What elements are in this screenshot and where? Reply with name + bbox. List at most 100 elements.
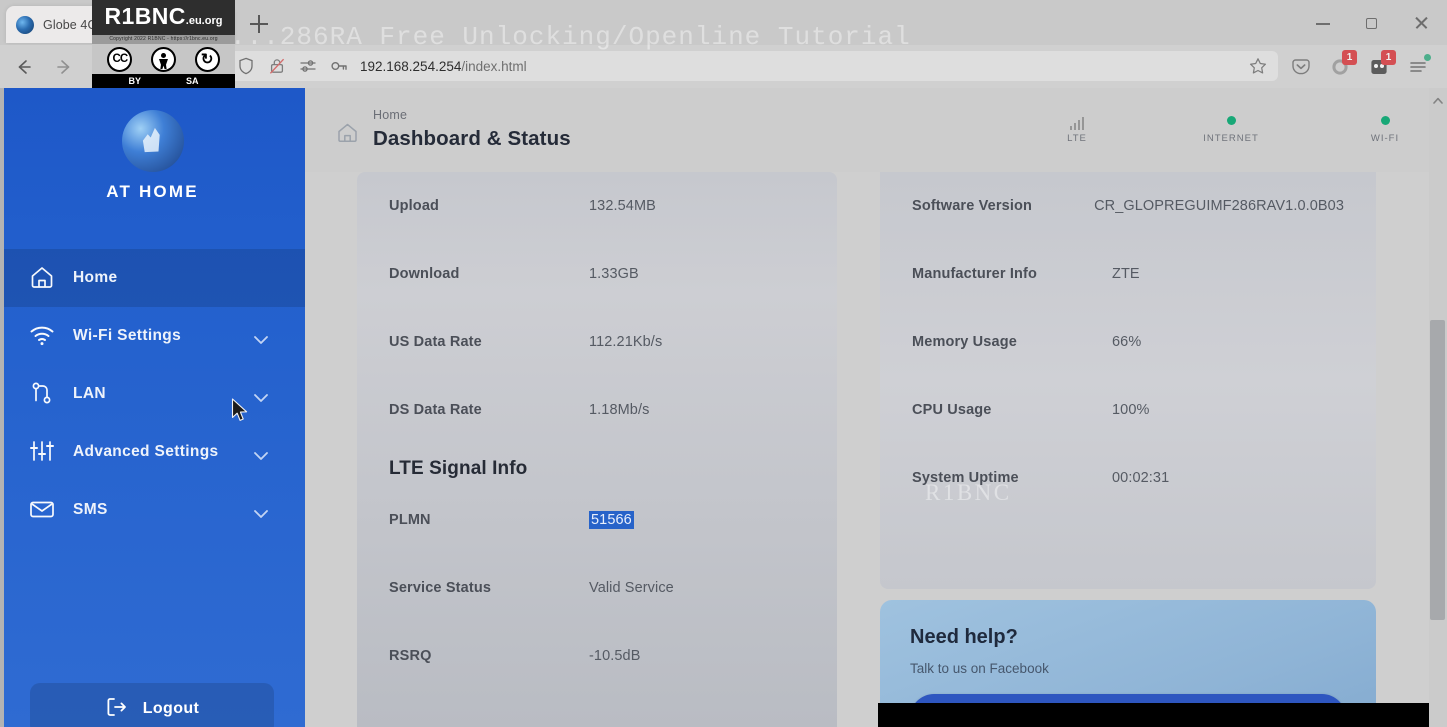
logout-label: Logout: [142, 700, 200, 717]
status-label: WI-FI: [1370, 133, 1400, 144]
row-value: CR_GLOPREGUIMF286RAV1.0.0B03: [1094, 198, 1344, 214]
brand-name: AT HOME: [106, 182, 199, 201]
status-label: LTE: [1067, 133, 1087, 144]
sidebar-item-lan[interactable]: LAN: [0, 365, 305, 423]
row-label: CPU Usage: [912, 402, 992, 418]
extension-shield-icon[interactable]: 1: [1329, 50, 1357, 78]
back-arrow-icon[interactable]: [13, 56, 35, 78]
maximize-button[interactable]: [1357, 10, 1387, 36]
bookmark-star-icon[interactable]: [1248, 56, 1268, 76]
update-dot-icon: [1424, 54, 1431, 61]
table-row: PLMN 51566: [357, 486, 837, 554]
sidebar-item-label: Advanced Settings: [73, 443, 219, 460]
lock-broken-icon[interactable]: [267, 56, 287, 76]
share-alike-icon: ↻: [194, 46, 220, 72]
sidebar: AT HOME Home Wi-Fi Settings LAN Advanced…: [0, 88, 305, 727]
lan-icon: [28, 380, 58, 408]
hamburger-menu-icon[interactable]: [1407, 54, 1431, 78]
sidebar-item-label: Home: [73, 269, 118, 286]
table-row: Upload 132.54MB: [357, 172, 837, 240]
status-lte: LTE: [1033, 110, 1121, 144]
sidebar-item-advanced-settings[interactable]: Advanced Settings: [0, 423, 305, 481]
sidebar-item-wifi-settings[interactable]: Wi-Fi Settings: [0, 307, 305, 365]
sidebar-item-label: LAN: [73, 385, 106, 402]
window-close-button[interactable]: [1406, 10, 1436, 36]
status-label: INTERNET: [1203, 133, 1259, 144]
row-value: 1.33GB: [589, 266, 639, 282]
globe-favicon-icon: [16, 15, 34, 34]
row-value: 112.21Kb/s: [589, 334, 663, 350]
new-tab-button[interactable]: [248, 13, 270, 35]
row-value: 00:02:31: [1112, 470, 1170, 486]
row-label: Software Version: [912, 198, 1033, 214]
row-label: US Data Rate: [389, 334, 482, 350]
home-icon: [335, 120, 360, 145]
table-row: Download 1.33GB: [357, 240, 837, 308]
need-help-subtitle: Talk to us on Facebook: [910, 661, 1049, 676]
row-label: PLMN: [389, 512, 431, 528]
home-icon: [28, 264, 58, 292]
key-icon[interactable]: [329, 56, 349, 76]
content-topbar: Home Dashboard & Status LTE INTERNET WI-…: [305, 88, 1447, 172]
scroll-up-arrow-icon[interactable]: [1432, 94, 1444, 106]
table-row: Manufacturer Info ZTE: [880, 240, 1376, 308]
shield-icon[interactable]: [236, 56, 256, 76]
row-label: DS Data Rate: [389, 402, 482, 418]
minimize-button[interactable]: [1308, 10, 1338, 36]
row-value: -10.5dB: [589, 648, 641, 664]
logout-button[interactable]: Logout: [30, 683, 274, 727]
save-to-pocket-icon[interactable]: [1290, 56, 1312, 78]
signal-bars-icon: [1069, 117, 1085, 130]
watermark-copyright: Copyright 2022 R1BNC - https://r1bnc.eu.…: [92, 35, 235, 44]
extension-adblock-icon[interactable]: 1: [1368, 50, 1396, 78]
reader-settings-icon[interactable]: [298, 56, 318, 76]
sidebar-nav: Home Wi-Fi Settings LAN Advanced Setting…: [0, 249, 305, 539]
url-text[interactable]: 192.168.254.254/index.html: [360, 59, 527, 74]
sidebar-item-label: SMS: [73, 501, 108, 518]
table-row: Service Status Valid Service: [357, 554, 837, 622]
row-value: ZTE: [1112, 266, 1140, 282]
video-letterbox: [878, 703, 1429, 727]
screen: Globe 4G CPE 192.168.254.254/index.html …: [0, 0, 1447, 727]
table-row: US Data Rate 112.21Kb/s: [357, 308, 837, 376]
forward-arrow-icon[interactable]: [53, 56, 75, 78]
address-bar[interactable]: 192.168.254.254/index.html: [228, 51, 1278, 81]
table-row: DS Data Rate 1.18Mb/s: [357, 376, 837, 444]
chevron-down-icon[interactable]: [253, 448, 269, 466]
breadcrumb: Home Dashboard & Status: [335, 108, 571, 151]
sidebar-item-sms[interactable]: SMS: [0, 481, 305, 539]
need-help-title: Need help?: [910, 626, 1018, 648]
row-value: Valid Service: [589, 580, 674, 596]
watermark-name-tld: .eu.org: [185, 15, 223, 27]
device-info-panel: Software Version CR_GLOPREGUIMF286RAV1.0…: [880, 172, 1376, 589]
row-value: 66%: [1112, 334, 1142, 350]
row-value: 1.18Mb/s: [589, 402, 650, 418]
section-title-lte-signal-info: LTE Signal Info: [389, 458, 528, 479]
sidebar-item-home[interactable]: Home: [0, 249, 305, 307]
page-scrollbar-thumb[interactable]: [1430, 320, 1445, 620]
status-internet: INTERNET: [1187, 110, 1275, 144]
chevron-down-icon[interactable]: [253, 332, 269, 350]
attribution-person-icon: [150, 46, 176, 72]
watermark-name: R1BNC .eu.org: [92, 0, 235, 35]
extension-badge-count: 1: [1342, 50, 1357, 65]
sliders-icon: [28, 438, 58, 466]
table-row: Software Version CR_GLOPREGUIMF286RAV1.0…: [880, 172, 1376, 240]
page-title: Dashboard & Status: [373, 127, 571, 150]
row-value: 132.54MB: [589, 198, 656, 214]
chevron-down-icon[interactable]: [253, 506, 269, 524]
status-indicators: LTE INTERNET WI-FI: [1033, 110, 1429, 144]
row-value-selected[interactable]: 51566: [589, 511, 634, 529]
main-content: Home Dashboard & Status LTE INTERNET WI-…: [305, 88, 1447, 727]
breadcrumb-text[interactable]: Home: [373, 108, 571, 122]
chevron-down-icon[interactable]: [253, 390, 269, 408]
url-path: /index.html: [461, 58, 527, 74]
envelope-icon: [28, 496, 58, 524]
row-label: Download: [389, 266, 460, 282]
creative-commons-icon: CC: [107, 46, 133, 72]
table-row: System Uptime 00:02:31: [880, 444, 1376, 512]
status-wifi: WI-FI: [1341, 110, 1429, 144]
row-label: Manufacturer Info: [912, 266, 1037, 282]
row-label: System Uptime: [912, 470, 1019, 486]
row-label: RSRQ: [389, 648, 432, 664]
